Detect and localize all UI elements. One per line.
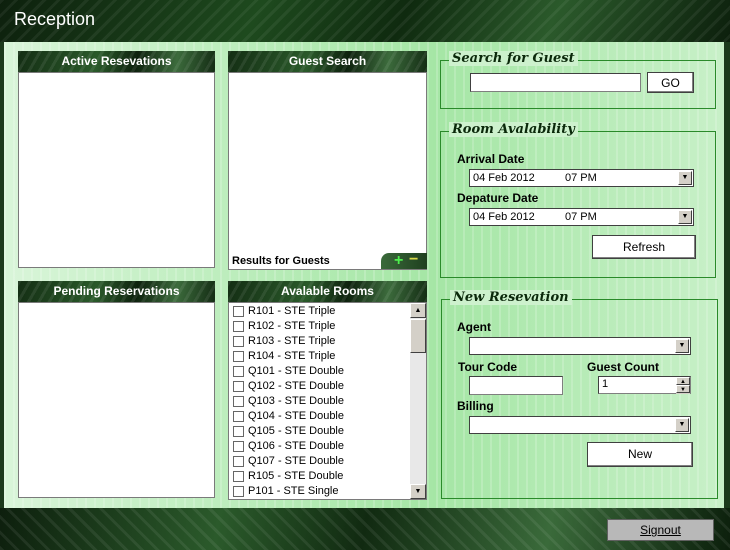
room-list-item[interactable]: R101 - STE Triple (229, 304, 409, 319)
room-label: Q103 - STE Double (248, 395, 344, 407)
rooms-container: R101 - STE Triple R102 - STE Triple R103 -… (229, 304, 409, 499)
room-list-item[interactable]: Q105 - STE Double (229, 424, 409, 439)
rooms-scrollbar[interactable]: ▲ ▼ (410, 303, 426, 499)
departure-time-value: 07 PM (565, 211, 597, 223)
available-rooms-header: Avalable Rooms (228, 281, 427, 302)
guest-count-label: Guest Count (587, 360, 659, 374)
guest-search-header: Guest Search (228, 51, 427, 72)
room-label: R102 - STE Triple (248, 320, 336, 332)
departure-date-value: 04 Feb 2012 (473, 211, 535, 223)
room-checkbox[interactable] (233, 471, 244, 482)
room-label: Q104 - STE Double (248, 410, 344, 422)
chevron-down-icon[interactable]: ▼ (678, 171, 692, 185)
active-reservations-header: Active Resevations (18, 51, 215, 72)
room-list-item[interactable]: R104 - STE Triple (229, 349, 409, 364)
tour-code-label: Tour Code (458, 360, 518, 374)
available-rooms-list[interactable]: R101 - STE Triple R102 - STE Triple R103 -… (228, 302, 427, 500)
new-button[interactable]: New (587, 442, 693, 467)
signout-button[interactable]: Signout (607, 519, 714, 541)
chevron-down-icon[interactable]: ▼ (678, 210, 692, 224)
guest-count-stepper[interactable]: 1 ▲ ▼ (598, 376, 691, 394)
arrival-date-picker[interactable]: 04 Feb 2012 07 PM ▼ (469, 169, 694, 187)
guest-search-input[interactable] (470, 73, 641, 92)
room-label: Q106 - STE Double (248, 440, 344, 452)
room-availability-legend: Room Avalability (449, 122, 578, 137)
room-list-item[interactable]: Q103 - STE Double (229, 394, 409, 409)
room-checkbox[interactable] (233, 486, 244, 497)
chevron-down-icon[interactable]: ▼ (675, 418, 689, 432)
room-checkbox[interactable] (233, 366, 244, 377)
arrival-time-value: 07 PM (565, 172, 597, 184)
guest-search-title: Guest Search (288, 54, 367, 68)
new-reservation-legend: New Resevation (450, 290, 572, 305)
room-checkbox[interactable] (233, 441, 244, 452)
room-label: P101 - STE Single (248, 485, 339, 497)
stepper-down-icon[interactable]: ▼ (676, 385, 690, 393)
scroll-thumb[interactable] (410, 319, 426, 353)
room-list-item[interactable]: R105 - STE Double (229, 469, 409, 484)
title-bar: Reception (0, 0, 730, 42)
guest-count-value: 1 (602, 378, 609, 390)
room-list-item[interactable]: R102 - STE Triple (229, 319, 409, 334)
room-checkbox[interactable] (233, 321, 244, 332)
refresh-button[interactable]: Refresh (592, 235, 696, 259)
active-reservations-title: Active Resevations (61, 54, 172, 68)
results-for-guests-label: Results for Guests (232, 255, 330, 267)
add-remove-control[interactable]: + − (381, 251, 427, 270)
stepper-up-icon[interactable]: ▲ (676, 377, 690, 385)
billing-select[interactable]: ▼ (469, 416, 691, 434)
room-checkbox[interactable] (233, 396, 244, 407)
room-label: R103 - STE Triple (248, 335, 336, 347)
go-button[interactable]: GO (647, 72, 694, 93)
room-list-item[interactable]: Q104 - STE Double (229, 409, 409, 424)
available-rooms-title: Avalable Rooms (281, 284, 374, 298)
room-list-item[interactable]: Q106 - STE Double (229, 439, 409, 454)
room-checkbox[interactable] (233, 336, 244, 347)
room-list-item[interactable]: R103 - STE Triple (229, 334, 409, 349)
room-checkbox[interactable] (233, 306, 244, 317)
scroll-up-icon[interactable]: ▲ (410, 303, 426, 318)
room-checkbox[interactable] (233, 381, 244, 392)
plus-icon[interactable]: + (394, 252, 403, 270)
arrival-date-value: 04 Feb 2012 (473, 172, 535, 184)
room-label: R105 - STE Double (248, 470, 344, 482)
departure-date-label: Depature Date (457, 191, 539, 205)
room-label: R104 - STE Triple (248, 350, 336, 362)
chevron-down-icon[interactable]: ▼ (675, 339, 689, 353)
pending-reservations-header: Pending Reservations (18, 281, 215, 302)
pending-reservations-list[interactable] (18, 302, 215, 498)
pending-reservations-title: Pending Reservations (53, 284, 180, 298)
tour-code-field[interactable] (469, 376, 563, 395)
room-checkbox[interactable] (233, 426, 244, 437)
agent-select[interactable]: ▼ (469, 337, 691, 355)
room-label: Q105 - STE Double (248, 425, 344, 437)
room-label: Q102 - STE Double (248, 380, 344, 392)
room-list-item[interactable]: P101 - STE Single (229, 484, 409, 499)
guest-search-results[interactable]: Results for Guests (228, 72, 427, 270)
room-checkbox[interactable] (233, 411, 244, 422)
minus-icon[interactable]: − (409, 251, 418, 269)
room-label: Q101 - STE Double (248, 365, 344, 377)
room-checkbox[interactable] (233, 456, 244, 467)
window-title: Reception (14, 9, 96, 29)
billing-label: Billing (457, 399, 494, 413)
departure-date-picker[interactable]: 04 Feb 2012 07 PM ▼ (469, 208, 694, 226)
room-label: R101 - STE Triple (248, 305, 336, 317)
search-guest-legend: Search for Guest (449, 51, 578, 66)
room-label: Q107 - STE Double (248, 455, 344, 467)
arrival-date-label: Arrival Date (457, 152, 525, 166)
room-list-item[interactable]: Q102 - STE Double (229, 379, 409, 394)
room-list-item[interactable]: Q107 - STE Double (229, 454, 409, 469)
scroll-down-icon[interactable]: ▼ (410, 484, 426, 499)
room-list-item[interactable]: Q101 - STE Double (229, 364, 409, 379)
room-checkbox[interactable] (233, 351, 244, 362)
agent-label: Agent (457, 320, 491, 334)
stepper-buttons[interactable]: ▲ ▼ (676, 377, 690, 394)
active-reservations-list[interactable] (18, 72, 215, 268)
